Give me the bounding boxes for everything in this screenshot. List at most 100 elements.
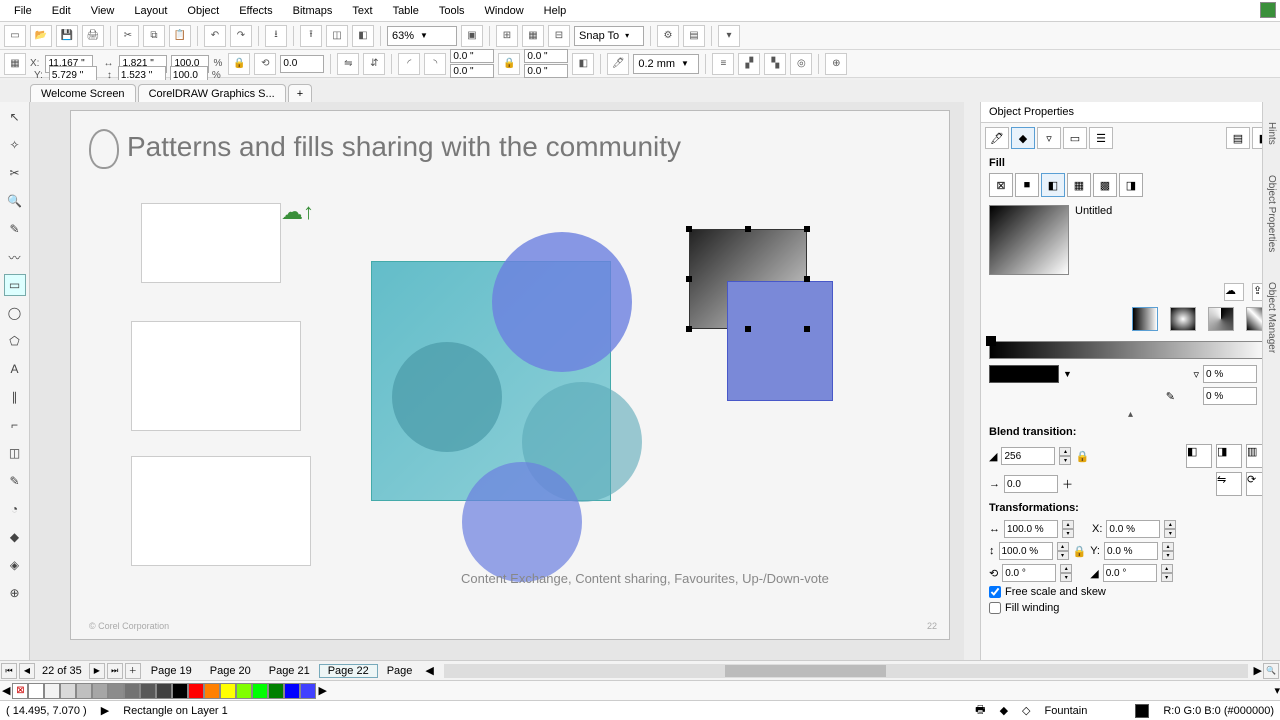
outline-pen[interactable]: 🖊 <box>607 53 629 75</box>
linear-gradient[interactable] <box>1132 307 1158 331</box>
text-tool[interactable]: A <box>4 358 26 380</box>
palette-swatch-6[interactable] <box>124 683 140 699</box>
page-20-tab[interactable]: Page 20 <box>201 664 260 678</box>
palette-swatch-0[interactable] <box>28 683 44 699</box>
page-19-tab[interactable]: Page 19 <box>142 664 201 678</box>
no-fill[interactable]: ⊠ <box>989 173 1013 197</box>
rot-input[interactable] <box>280 55 324 73</box>
import-button[interactable]: ⭳ <box>265 25 287 47</box>
accel-input[interactable] <box>1004 475 1058 493</box>
freehand-tool[interactable]: ✎ <box>4 218 26 240</box>
objmgr-docker[interactable]: Object Manager <box>1266 282 1277 353</box>
quick-customize-tool[interactable]: ⊕ <box>4 582 26 604</box>
connector-tool[interactable]: ⌐ <box>4 414 26 436</box>
outline-width[interactable]: 0.2 mm▼ <box>633 54 699 74</box>
outline-tab[interactable]: 🖊 <box>985 127 1009 149</box>
palette-swatch-14[interactable] <box>252 683 268 699</box>
palette-swatch-15[interactable] <box>268 683 284 699</box>
menu-file[interactable]: File <box>4 5 42 17</box>
horizontal-scrollbar[interactable] <box>444 664 1248 678</box>
vertical-scrollbar[interactable] <box>964 102 980 660</box>
blue-rectangle[interactable] <box>727 281 833 401</box>
menu-help[interactable]: Help <box>534 5 577 17</box>
corner-br[interactable] <box>524 64 568 78</box>
rectangle-tool[interactable]: ▭ <box>4 274 26 296</box>
zoom-tool[interactable]: 🔍 <box>4 190 26 212</box>
menu-effects[interactable]: Effects <box>229 5 282 17</box>
no-color-swatch[interactable]: ⊠ <box>12 683 28 699</box>
palette-swatch-13[interactable] <box>236 683 252 699</box>
cut-button[interactable]: ✂ <box>117 25 139 47</box>
wrap-text[interactable]: ≡ <box>712 53 734 75</box>
fountain-fill[interactable]: ◧ <box>1041 173 1065 197</box>
print-button[interactable]: 🖨 <box>82 25 104 47</box>
twocolor-fill[interactable]: ◨ <box>1119 173 1143 197</box>
export-button[interactable]: ⭱ <box>300 25 322 47</box>
pdf-button[interactable]: ◧ <box>352 25 374 47</box>
mirror-v[interactable]: ⇵ <box>363 53 385 75</box>
menu-edit[interactable]: Edit <box>42 5 81 17</box>
palette-swatch-2[interactable] <box>60 683 76 699</box>
quick-custom[interactable]: ⊕ <box>825 53 847 75</box>
frame-tab[interactable]: ▭ <box>1063 127 1087 149</box>
play-icon[interactable]: ▶ <box>101 704 109 717</box>
new-button[interactable]: ▭ <box>4 25 26 47</box>
page-more-tab[interactable]: Page <box>378 664 422 678</box>
undo-button[interactable]: ↶ <box>204 25 226 47</box>
palette-next[interactable]: ▶ <box>318 684 326 697</box>
palette-swatch-4[interactable] <box>92 683 108 699</box>
palette-expand[interactable]: ▾ <box>1274 684 1280 697</box>
corner-tl[interactable] <box>450 49 494 63</box>
color-proof-icon[interactable]: 🖶 <box>975 701 985 720</box>
launch-button[interactable]: ▤ <box>683 25 705 47</box>
stop-position[interactable] <box>1203 387 1257 405</box>
palette-swatch-17[interactable] <box>300 683 316 699</box>
canvas[interactable]: Patterns and fills sharing with the comm… <box>30 102 964 660</box>
palette-swatch-10[interactable] <box>188 683 204 699</box>
lock-trans[interactable]: 🔒 <box>1073 545 1087 558</box>
interactive-fill[interactable]: ◈ <box>4 554 26 576</box>
publish-button[interactable]: ◫ <box>326 25 348 47</box>
to-back[interactable]: ▚ <box>764 53 786 75</box>
corner-2[interactable]: ◝ <box>424 53 446 75</box>
palette-swatch-1[interactable] <box>44 683 60 699</box>
palette-swatch-11[interactable] <box>204 683 220 699</box>
blend-dir-1[interactable]: ◧ <box>1186 444 1212 468</box>
options-button[interactable]: ⚙ <box>657 25 679 47</box>
palette-prev[interactable]: ◀ <box>2 684 10 697</box>
pick-tool[interactable]: ↖ <box>4 106 26 128</box>
trans-skew[interactable] <box>1103 564 1157 582</box>
filter-icon[interactable]: ▿ <box>1193 368 1199 381</box>
paste-button[interactable]: 📋 <box>169 25 191 47</box>
uniform-fill[interactable]: ■ <box>1015 173 1039 197</box>
stop-opacity[interactable] <box>1203 365 1257 383</box>
hint-docker[interactable]: Hints <box>1266 122 1277 145</box>
polygon-tool[interactable]: ⬠ <box>4 330 26 352</box>
free-scale-check[interactable]: Free scale and skew <box>981 584 1280 600</box>
collapse-panel[interactable]: ▤ <box>1226 127 1250 149</box>
to-front[interactable]: ▞ <box>738 53 760 75</box>
grid-button[interactable]: ▦ <box>522 25 544 47</box>
smart-tool[interactable]: 〰 <box>4 246 26 268</box>
radial-gradient[interactable] <box>1170 307 1196 331</box>
fill-winding-check[interactable]: Fill winding <box>981 600 1280 616</box>
app-launcher[interactable]: ▾ <box>718 25 740 47</box>
palette-swatch-3[interactable] <box>76 683 92 699</box>
save-button[interactable]: 💾 <box>56 25 78 47</box>
eyedropper-tool[interactable]: ✎ <box>4 470 26 492</box>
lock-steps[interactable]: 🔒 <box>1075 450 1089 463</box>
convert-curves[interactable]: ◎ <box>790 53 812 75</box>
redo-button[interactable]: ↷ <box>230 25 252 47</box>
nav-zoom-fit[interactable]: 🔍 <box>1263 663 1279 679</box>
corner-lock[interactable]: 🔒 <box>498 53 520 75</box>
menu-window[interactable]: Window <box>475 5 534 17</box>
zoom-combo[interactable]: 63%▼ <box>387 26 457 46</box>
palette-swatch-8[interactable] <box>156 683 172 699</box>
lock-ratio[interactable]: 🔒 <box>228 53 250 75</box>
menu-view[interactable]: View <box>81 5 125 17</box>
conical-gradient[interactable] <box>1208 307 1234 331</box>
trans-y[interactable] <box>1104 542 1158 560</box>
menu-bitmaps[interactable]: Bitmaps <box>283 5 343 17</box>
fill-tab[interactable]: ◆ <box>1011 127 1035 149</box>
mirror-blend[interactable]: ⇋ <box>1216 472 1242 496</box>
